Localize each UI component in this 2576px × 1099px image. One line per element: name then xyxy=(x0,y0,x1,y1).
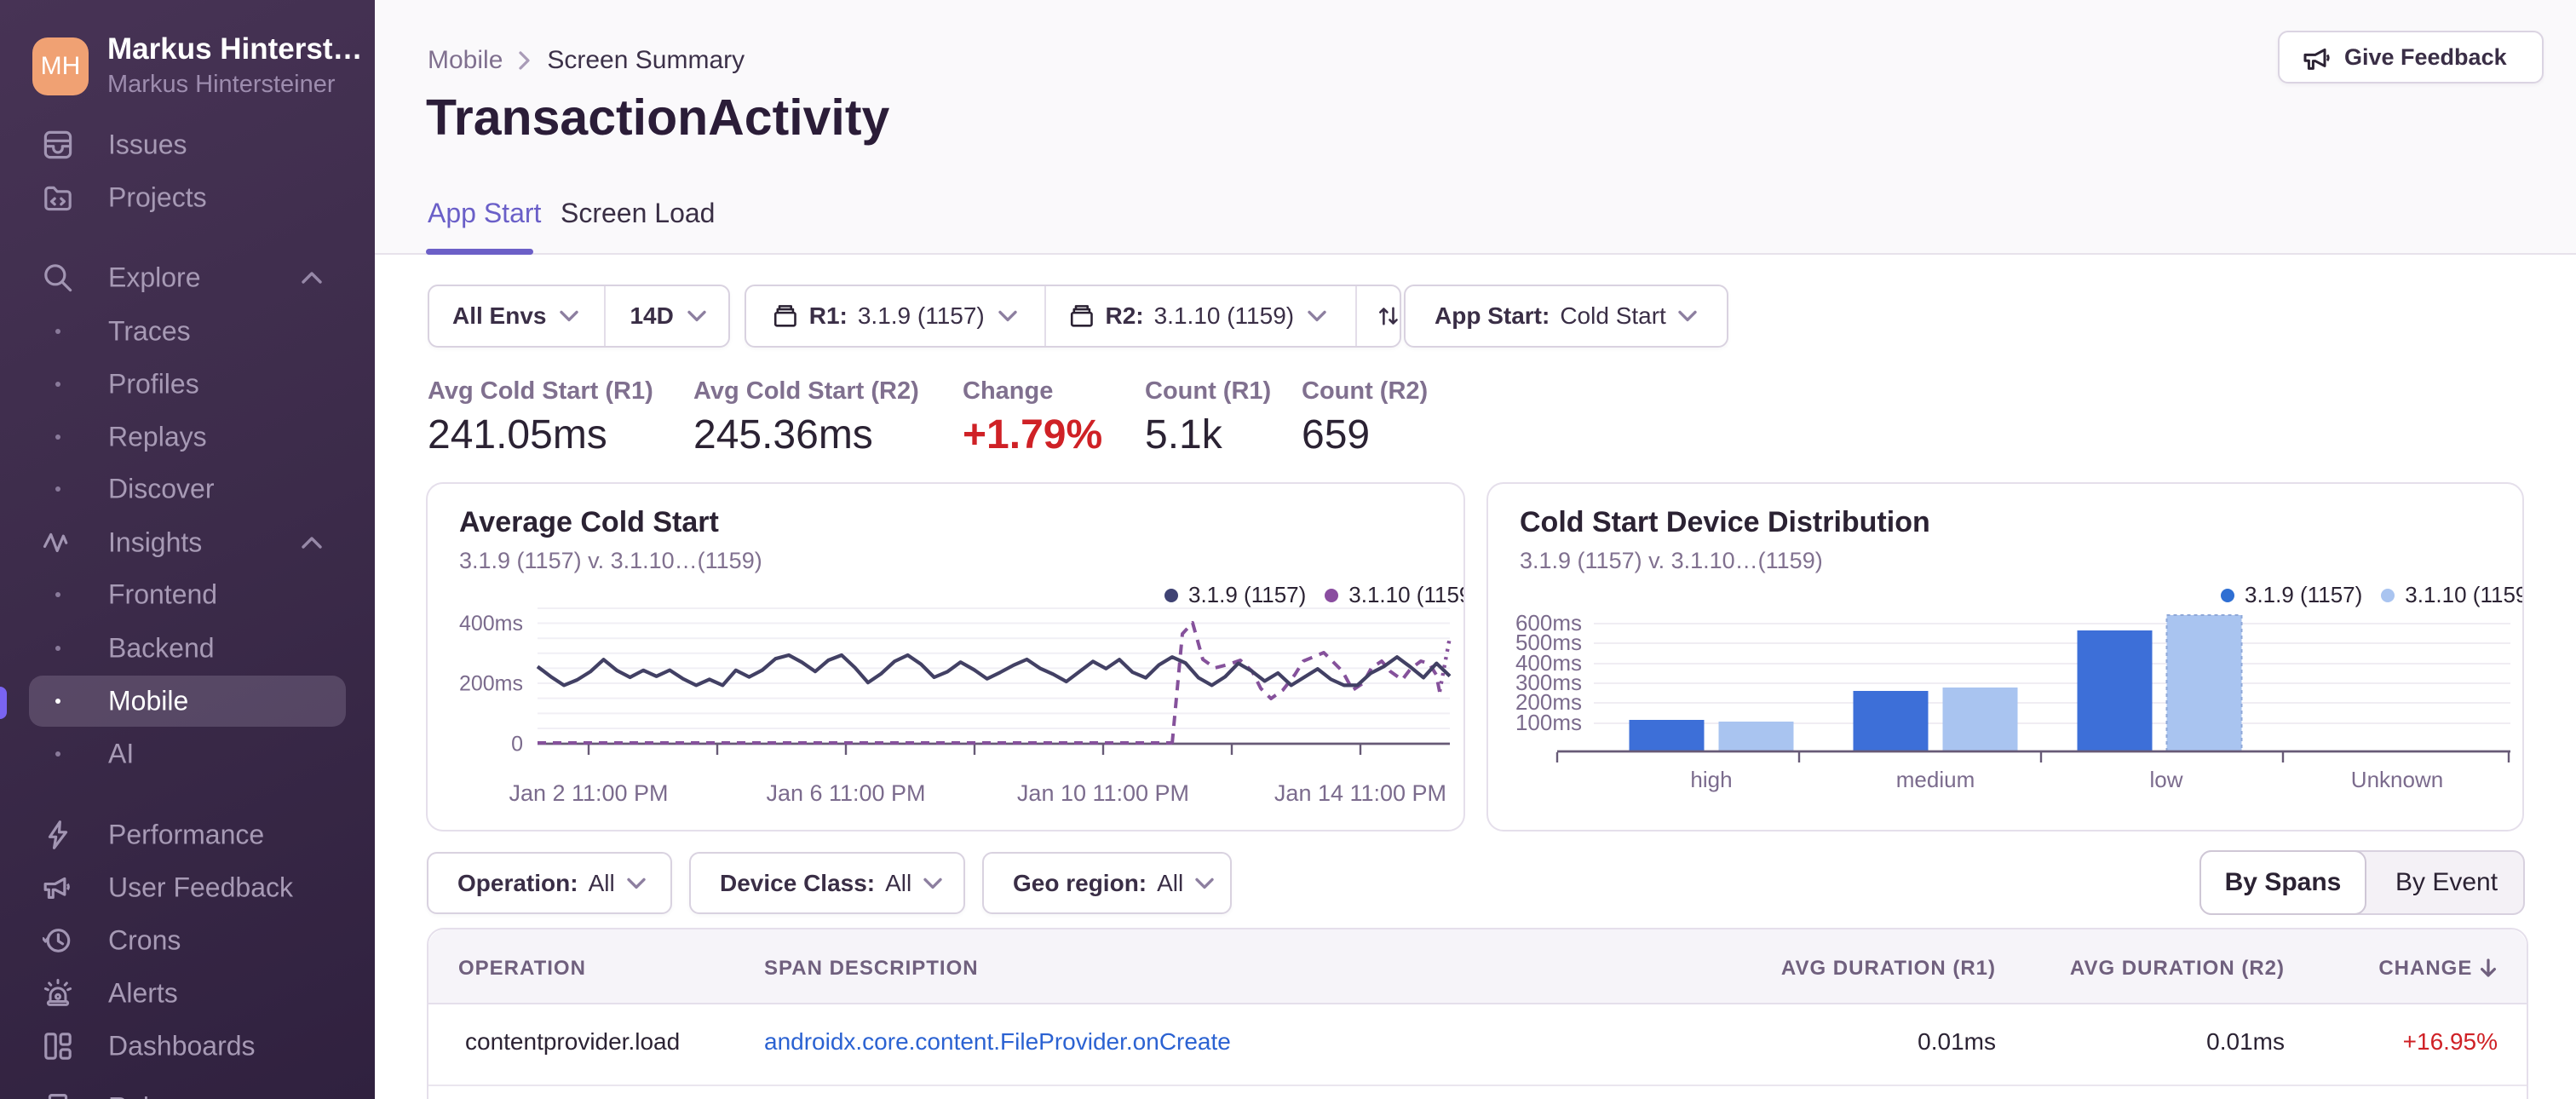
svg-text:400ms: 400ms xyxy=(459,612,523,636)
svg-text:Jan 2 11:00 PM: Jan 2 11:00 PM xyxy=(509,780,668,806)
svg-text:100ms: 100ms xyxy=(1515,710,1582,735)
svg-text:200ms: 200ms xyxy=(459,672,523,696)
svg-text:Unknown: Unknown xyxy=(2351,767,2443,792)
svg-text:medium: medium xyxy=(1896,767,1975,792)
svg-text:low: low xyxy=(2149,767,2182,792)
svg-text:Jan 10 11:00 PM: Jan 10 11:00 PM xyxy=(1017,780,1189,806)
svg-text:high: high xyxy=(1690,767,1732,792)
svg-text:Jan 14 11:00 PM: Jan 14 11:00 PM xyxy=(1274,780,1446,806)
svg-text:Jan 6 11:00 PM: Jan 6 11:00 PM xyxy=(766,780,925,806)
svg-text:0: 0 xyxy=(511,733,523,757)
